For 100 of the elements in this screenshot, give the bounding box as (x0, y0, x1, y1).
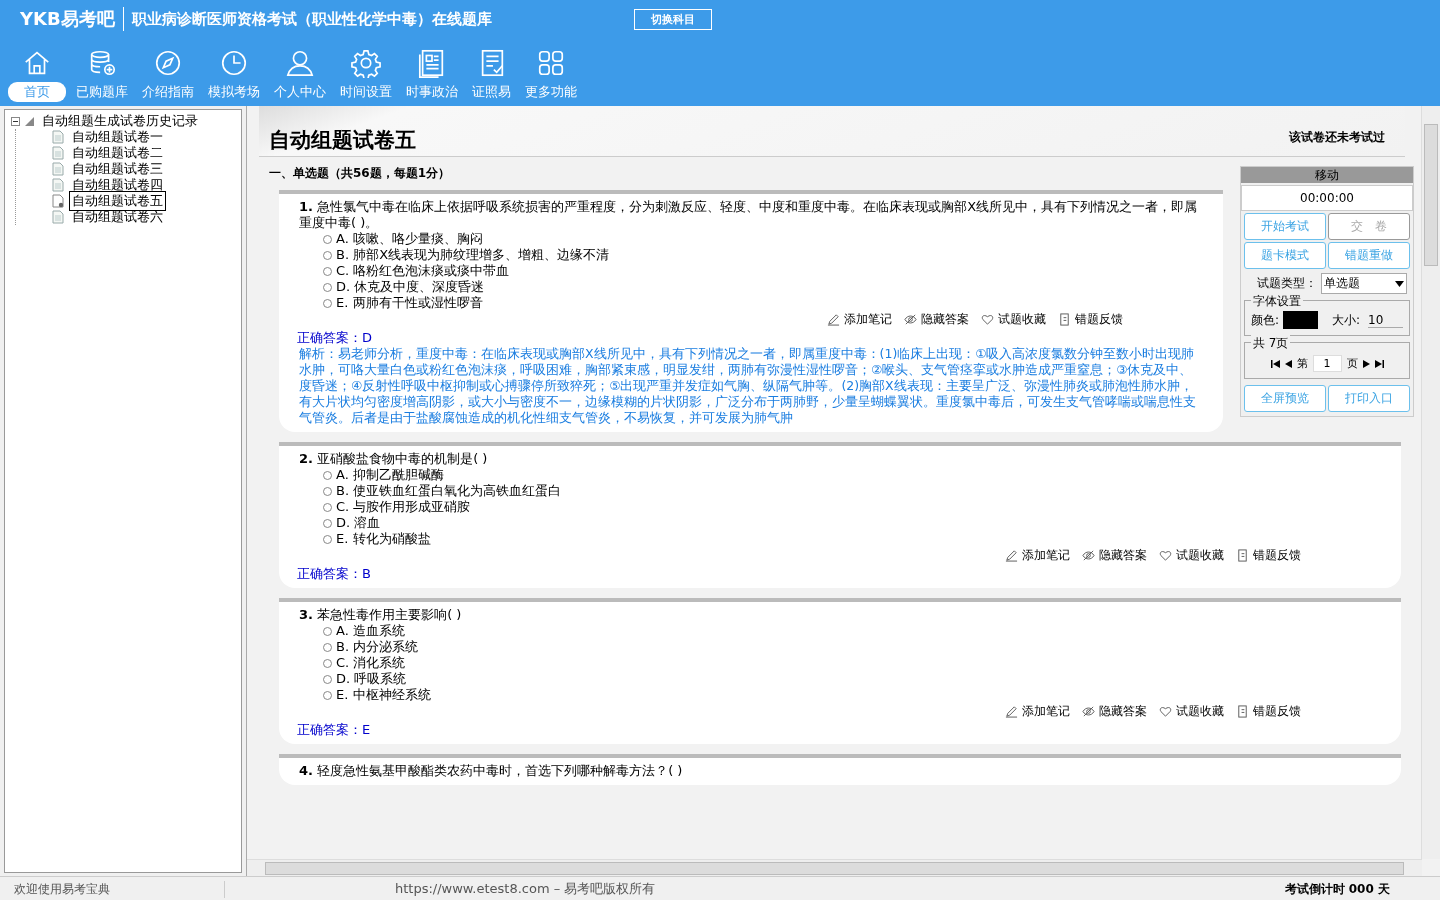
document-icon (52, 130, 64, 144)
radio-button[interactable] (323, 470, 332, 480)
radio-button[interactable] (323, 234, 332, 244)
radio-button[interactable] (323, 502, 332, 512)
panel-header[interactable]: 移动 (1241, 167, 1413, 183)
action-link[interactable]: 添加笔记 (1005, 703, 1070, 720)
option-text: E. 两肺有干性或湿性啰音 (336, 295, 483, 311)
group-label: 共 7页 (1251, 335, 1291, 352)
horizontal-scrollbar[interactable] (247, 859, 1422, 876)
collapse-toggle[interactable] (11, 116, 20, 126)
radio-button[interactable] (323, 266, 332, 276)
color-swatch[interactable] (1283, 311, 1318, 329)
radio-button[interactable] (323, 674, 332, 684)
color-label: 颜色: (1251, 311, 1280, 329)
document-icon (52, 194, 64, 208)
timer-display: 00:00:00 (1241, 185, 1413, 211)
copyright-text: https://www.etest8.com – 易考吧版权所有 (394, 880, 657, 898)
app-logo: YKB易考吧 (20, 7, 124, 31)
action-link[interactable]: 隐藏答案 (1082, 547, 1147, 564)
nav-icon (219, 48, 249, 78)
first-page-icon[interactable] (1270, 359, 1280, 368)
radio-button[interactable] (323, 642, 332, 652)
radio-button[interactable] (323, 486, 332, 496)
option-text: C. 消化系统 (336, 655, 406, 671)
correct-answer: 正确答案：D (297, 330, 373, 346)
radio-button[interactable] (323, 282, 332, 292)
question-text: 3. 苯急性毒作用主要影响( ) (299, 607, 463, 623)
triangle-icon (25, 116, 34, 126)
nav-icon (153, 48, 183, 78)
question-text: 2. 亚硝酸盐食物中毒的机制是( ) (299, 451, 489, 467)
radio-button[interactable] (323, 690, 332, 700)
radio-button[interactable] (323, 518, 332, 528)
action-link[interactable]: 试题收藏 (1159, 547, 1224, 564)
explanation-text: 解析：易老师分析，重度中毒：在临床表现或胸部X线所见中，具有下列情况之一者，即属重度中毒：(1)临床上出现：①吸入高浓度氯数分钟至数小时出现肺水肿，可咯大量白色或粉红色泡沫痰，呼吸困难，胸部紧束感，明显发绀，两肺有弥漫性湿性啰音；②喉头、支气管痉挛或水肿造成严重窒息；③休克及中、度昏迷；④反射性呼吸中枢抑制或心搏骤停所致猝死；⑤出现严重并发症如气胸、纵隔气肿等。(2)胸部X线表现：主要呈广泛、弥漫性肺炎或肺泡性肺水肿，有大片状均匀密度增高阴影，或大小与密度不一，边缘模糊的片状阴影，广泛分布于两肺野，少量呈蝴蝶翼状。重度氯中毒后，可发生支气管哮喘或喘息性支气管炎。后者是由于盐酸腐蚀造成的机化性细支气管炎，不易恢复，并可发展为肺气肿 (299, 346, 1197, 426)
option-text: A. 抑制乙酰胆碱酶 (336, 467, 444, 483)
action-link[interactable]: 添加笔记 (827, 311, 892, 328)
next-page-icon[interactable] (1362, 359, 1370, 368)
page-prefix: 第 (1296, 356, 1308, 371)
option-text: A. 咳嗽、咯少量痰、胸闷 (336, 231, 483, 247)
pencil-icon (1005, 549, 1018, 562)
option-text: D. 休克及中度、深度昏迷 (336, 279, 485, 295)
eye-icon (904, 313, 917, 326)
action-link[interactable]: 试题收藏 (981, 311, 1046, 328)
heart-icon (981, 313, 994, 326)
option-text: E. 中枢神经系统 (336, 687, 431, 703)
action-link[interactable]: 错题反馈 (1058, 311, 1123, 328)
last-page-icon[interactable] (1374, 359, 1384, 368)
radio-button[interactable] (323, 298, 332, 308)
pencil-icon (827, 313, 840, 326)
option-text: E. 转化为硝酸盐 (336, 531, 431, 547)
option-text: B. 使亚铁血红蛋白氧化为高铁血红蛋白 (336, 483, 562, 499)
feedback-icon (1236, 549, 1249, 562)
action-link[interactable]: 错题反馈 (1236, 703, 1301, 720)
correct-answer: 正确答案：E (297, 722, 372, 738)
option-text: A. 造血系统 (336, 623, 405, 639)
document-icon (52, 178, 64, 192)
countdown-text: 考试倒计时 000 天 (1284, 880, 1391, 898)
size-label: 大小: (1332, 311, 1361, 329)
radio-button[interactable] (323, 250, 332, 260)
correct-answer: 正确答案：B (297, 566, 372, 582)
type-label: 试题类型： (1257, 275, 1317, 292)
action-link[interactable]: 隐藏答案 (904, 311, 969, 328)
pencil-icon (1005, 705, 1018, 718)
eye-icon (1082, 549, 1095, 562)
option-text: D. 呼吸系统 (336, 671, 407, 687)
tree-item[interactable]: 自动组题试卷五 (69, 191, 166, 211)
option-text: B. 肺部X线表现为肺纹理增多、增粗、边缘不清 (336, 247, 610, 263)
document-icon (52, 146, 64, 160)
nav-icon (536, 48, 566, 78)
heart-icon (1159, 549, 1172, 562)
previous-page-icon[interactable] (1284, 359, 1292, 368)
action-link[interactable]: 添加笔记 (1005, 547, 1070, 564)
exam-title: 自动组题试卷五 (269, 127, 416, 154)
exam-status: 该试卷还未考试过 (1289, 129, 1385, 146)
nav-icon (351, 48, 381, 78)
vertical-scrollbar[interactable] (1421, 106, 1440, 859)
option-text: D. 溶血 (336, 515, 381, 531)
question-text: 4. 轻度急性氨基甲酸酯类农药中毒时，首选下列哪种解毒方法？( ) (299, 763, 684, 779)
welcome-text: 欢迎使用易考宝典 (0, 880, 225, 898)
radio-button[interactable] (323, 658, 332, 668)
eye-icon (1082, 705, 1095, 718)
dropdown-arrow-icon (1395, 280, 1404, 287)
page-field[interactable]: 1 (1312, 355, 1342, 372)
action-link[interactable]: 错题反馈 (1236, 547, 1301, 564)
section-heading: 一、单选题（共56题，每题1分） (269, 165, 451, 182)
radio-button[interactable] (323, 534, 332, 544)
size-field[interactable]: 10 (1368, 312, 1403, 328)
nav-icon (285, 48, 315, 78)
radio-button[interactable] (323, 626, 332, 636)
option-text: C. 咯粉红色泡沫痰或痰中带血 (336, 263, 510, 279)
option-text: C. 与胺作用形成亚硝胺 (336, 499, 471, 515)
option-text: B. 内分泌系统 (336, 639, 419, 655)
heart-icon (1159, 705, 1172, 718)
app-title: 职业病诊断医师资格考试（职业性化学中毒）在线题库 (131, 9, 492, 29)
action-link[interactable]: 试题收藏 (1159, 703, 1224, 720)
type-dropdown[interactable]: 单选题 (1321, 273, 1407, 294)
action-link[interactable]: 隐藏答案 (1082, 703, 1147, 720)
question-text: 1. 急性氯气中毒在临床上依据呼吸系统损害的严重程度，分为刺激反应、轻度、中度和重度中毒。在临床表现或胸部X线所见中，具有下列情况之一者，即属重度中毒( )。 (299, 199, 1199, 231)
document-icon (52, 210, 64, 224)
page-suffix: 页 (1346, 356, 1358, 371)
